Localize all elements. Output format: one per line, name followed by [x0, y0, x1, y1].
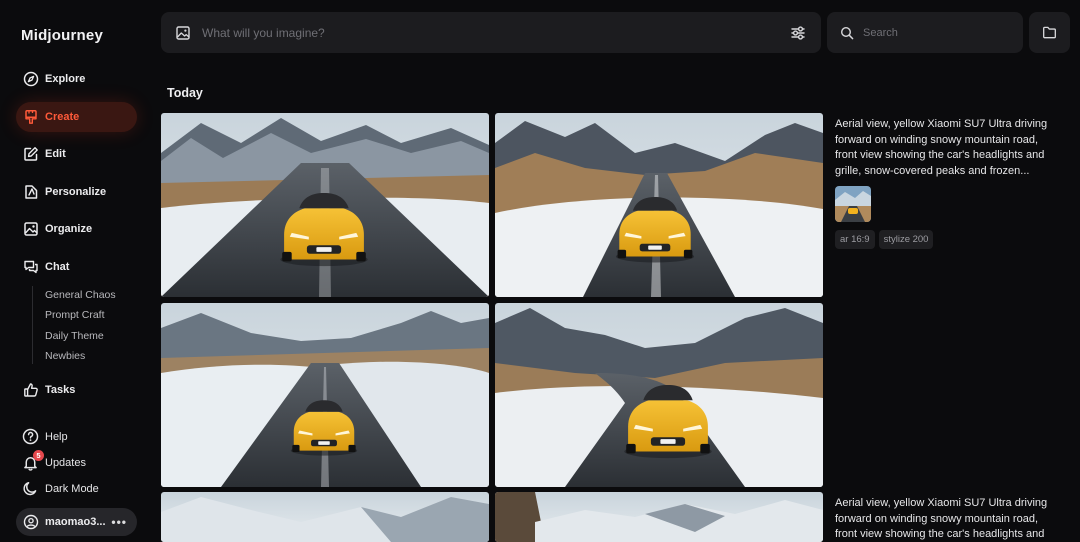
nav-edit-label: Edit	[45, 148, 66, 160]
nav-personalize-label: Personalize	[45, 186, 107, 198]
image-upload-icon[interactable]	[175, 25, 191, 41]
username: maomao3...	[45, 516, 106, 528]
search-icon	[840, 26, 854, 40]
chat-room-item[interactable]: Prompt Craft	[45, 309, 105, 321]
brush-icon	[23, 109, 39, 125]
nav-tasks-label: Tasks	[45, 384, 76, 396]
nav-personalize[interactable]: Personalize	[16, 177, 137, 207]
nav-tasks[interactable]: Tasks	[16, 375, 137, 405]
job-prompt-text[interactable]: Aerial view, yellow Xiaomi SU7 Ultra dri…	[835, 496, 1060, 542]
nav-create[interactable]: Create	[16, 102, 137, 132]
dark-mode-label: Dark Mode	[45, 482, 99, 495]
chat-rooms-divider	[32, 286, 33, 364]
nav-edit[interactable]: Edit	[16, 139, 137, 169]
moon-icon	[22, 480, 39, 497]
personalize-icon	[23, 184, 39, 200]
more-options-button[interactable]: •••	[111, 515, 127, 529]
generated-image[interactable]	[161, 303, 489, 487]
help-button[interactable]: Help	[22, 428, 68, 445]
section-title-today: Today	[167, 86, 203, 100]
job-prompt-text[interactable]: Aerial view, yellow Xiaomi SU7 Ultra dri…	[835, 117, 1060, 180]
updates-label: Updates	[45, 456, 86, 469]
settings-sliders-icon[interactable]	[789, 24, 807, 42]
updates-button[interactable]: 5 Updates	[22, 450, 86, 471]
search-input[interactable]	[863, 26, 1010, 39]
generated-image[interactable]	[495, 492, 823, 542]
search-bar	[827, 12, 1023, 53]
updates-badge: 5	[33, 450, 44, 461]
reference-image-thumbnail[interactable]	[835, 186, 871, 222]
sidebar: Midjourney Explore Create Edit Personali…	[0, 0, 150, 542]
question-circle-icon	[22, 428, 39, 445]
thumbs-up-icon	[23, 382, 39, 398]
user-account[interactable]: maomao3... •••	[16, 508, 137, 536]
brand-logo-text[interactable]: Midjourney	[21, 27, 103, 44]
nav-explore-label: Explore	[45, 73, 86, 85]
nav-create-label: Create	[45, 111, 80, 123]
pencil-square-icon	[23, 146, 39, 162]
dark-mode-toggle[interactable]: Dark Mode	[22, 480, 99, 497]
nav-organize-label: Organize	[45, 223, 93, 235]
job-params: ar 16:9 stylize 200	[835, 230, 934, 249]
folder-icon	[1043, 26, 1056, 39]
generated-image[interactable]	[161, 113, 489, 297]
folder-button[interactable]	[1029, 12, 1070, 53]
generated-image[interactable]	[495, 113, 823, 297]
generated-image[interactable]	[495, 303, 823, 487]
nav-chat-label: Chat	[45, 261, 70, 273]
prompt-bar	[161, 12, 821, 53]
chat-room-item[interactable]: General Chaos	[45, 289, 116, 301]
user-circle-icon	[23, 514, 39, 530]
bell-icon: 5	[22, 450, 44, 471]
param-chip[interactable]: stylize 200	[878, 230, 934, 249]
nav-organize[interactable]: Organize	[16, 214, 137, 244]
chat-room-item[interactable]: Newbies	[45, 350, 85, 362]
compass-icon	[23, 71, 39, 87]
chat-room-item[interactable]: Daily Theme	[45, 330, 104, 342]
param-chip[interactable]: ar 16:9	[835, 230, 875, 249]
nav-explore[interactable]: Explore	[16, 64, 137, 94]
prompt-input[interactable]	[202, 25, 789, 40]
help-label: Help	[45, 430, 68, 443]
nav-chat[interactable]: Chat	[16, 252, 137, 282]
chat-bubbles-icon	[23, 259, 39, 275]
image-frame-icon	[23, 221, 39, 237]
generated-image[interactable]	[161, 492, 489, 542]
